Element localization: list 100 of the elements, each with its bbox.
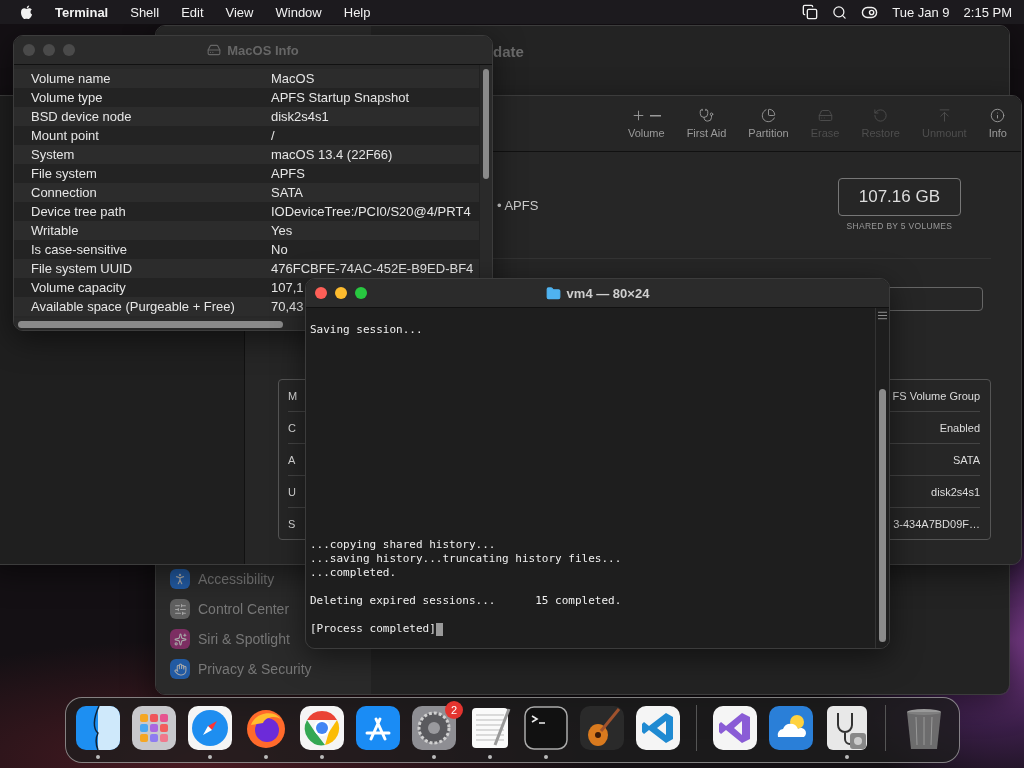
volume-format: • APFS xyxy=(497,198,539,213)
window-title: MacOS Info xyxy=(207,42,299,58)
info-icon xyxy=(990,108,1006,123)
drive-icon xyxy=(207,43,222,57)
property-value: APFS xyxy=(271,166,305,181)
stethoscope-icon xyxy=(699,108,714,123)
hand-icon xyxy=(170,659,190,679)
property-value: 476FCBFE-74AC-452E-B9ED-BF4 xyxy=(271,261,474,276)
property-value: Yes xyxy=(271,223,293,238)
pie-chart-icon xyxy=(761,108,777,123)
ribbon-logo-icon[interactable] xyxy=(712,705,758,751)
property-value: SATA xyxy=(271,185,304,200)
code-editor-icon[interactable] xyxy=(635,705,681,751)
scroll-thumb[interactable] xyxy=(879,389,886,642)
info-value: disk2s4s1 xyxy=(931,485,980,498)
menu-bar-date[interactable]: Tue Jan 9 xyxy=(892,4,950,20)
store-icon[interactable] xyxy=(355,705,401,751)
property-value: macOS 13.4 (22F66) xyxy=(271,147,393,162)
info-label: S xyxy=(288,517,296,530)
property-label: Mount point xyxy=(31,128,100,143)
app-grid-icon[interactable] xyxy=(131,705,177,751)
folder-icon xyxy=(545,285,561,301)
compass-icon[interactable] xyxy=(187,705,233,751)
info-label: M xyxy=(288,389,298,402)
info-label: C xyxy=(288,421,296,434)
cloud-sun-icon[interactable] xyxy=(768,705,814,751)
terminal-icon[interactable] xyxy=(523,705,569,751)
property-value: disk2s4s1 xyxy=(271,109,329,124)
capacity-note: SHARED BY 5 VOLUMES xyxy=(846,221,953,231)
notification-badge: 2 xyxy=(445,701,463,719)
search-icon[interactable] xyxy=(832,4,848,20)
menu-bar-time[interactable]: 2:15 PM xyxy=(963,4,1012,20)
minimize-button[interactable] xyxy=(335,287,347,299)
minus-icon xyxy=(650,114,662,117)
zoom-button[interactable] xyxy=(355,287,367,299)
property-label: Connection xyxy=(31,185,98,200)
property-label: BSD device node xyxy=(31,109,133,124)
drive-icon xyxy=(817,108,833,123)
sliders-icon xyxy=(170,599,190,619)
color-wheel-icon[interactable] xyxy=(299,705,345,751)
sidebar-item[interactable]: Siri & Spotlight xyxy=(198,631,290,647)
property-label: Writable xyxy=(31,223,80,238)
property-value: MacOS xyxy=(271,71,315,86)
restore-icon xyxy=(873,108,889,123)
toolbar-button[interactable]: Volume xyxy=(623,108,669,139)
split-tile-icon[interactable] xyxy=(75,705,121,751)
property-label: Volume type xyxy=(31,90,104,105)
info-label: A xyxy=(288,453,296,466)
apple-icon[interactable] xyxy=(20,4,33,20)
terminal-line: Deleting expired sessions... 15 completed. xyxy=(310,594,622,608)
property-value: IODeviceTree:/PCI0/S20@4/PRT4 xyxy=(271,204,471,219)
terminal-line: ...saving history...truncating history files... xyxy=(310,552,622,566)
accessibility-icon xyxy=(170,569,190,589)
terminal-line: [Process completed] xyxy=(310,622,436,636)
property-value: 107,1 xyxy=(271,280,304,295)
sparkle-icon xyxy=(170,629,190,649)
stethoscope-icon[interactable] xyxy=(824,705,870,751)
close-button[interactable] xyxy=(315,287,327,299)
plus-icon xyxy=(631,108,647,123)
toolbar-button[interactable]: First Aid xyxy=(682,108,731,139)
property-label: Is case-sensitive xyxy=(31,242,129,257)
property-label: File system xyxy=(31,166,98,181)
property-value: 70,43 xyxy=(271,299,304,314)
capacity-box: 107.16 GB xyxy=(837,178,961,216)
menu-item[interactable]: Help xyxy=(343,4,371,20)
app-menu[interactable]: Terminal xyxy=(55,4,109,20)
property-value: APFS Startup Snapshot xyxy=(271,90,410,105)
property-label: Volume name xyxy=(31,71,112,86)
split-pane-icon[interactable] xyxy=(877,310,888,321)
property-label: File system UUID xyxy=(31,261,134,276)
window-title: date xyxy=(493,43,524,60)
menu-item[interactable]: View xyxy=(225,4,254,20)
gear-icon[interactable] xyxy=(411,705,457,751)
property-value: / xyxy=(271,128,275,143)
terminal-line: ...copying shared history... xyxy=(310,538,496,552)
toolbar-button[interactable]: Info xyxy=(984,108,1011,139)
menu-item[interactable]: Shell xyxy=(130,4,160,20)
sidebar-item[interactable]: Privacy & Security xyxy=(198,661,312,677)
property-label: Device tree path xyxy=(31,204,127,219)
info-label: U xyxy=(288,485,296,498)
window-title: vm4 — 80×24 xyxy=(545,285,650,301)
property-label: Available space (Purgeable + Free) xyxy=(31,299,236,314)
scroll-thumb[interactable] xyxy=(483,69,489,179)
info-value: SATA xyxy=(952,453,980,466)
menu-item[interactable]: Edit xyxy=(181,4,204,20)
property-label: Volume capacity xyxy=(31,280,127,295)
terminal-line: ...completed. xyxy=(310,566,397,580)
scroll-thumb[interactable] xyxy=(18,320,283,328)
info-value: Enabled xyxy=(939,421,980,434)
info-value: FS Volume Group xyxy=(892,389,980,402)
terminal-line: Saving session... xyxy=(310,323,424,337)
property-value: No xyxy=(271,242,288,257)
guitar-icon[interactable] xyxy=(579,705,625,751)
info-value: 3-434A7BD09F… xyxy=(893,517,980,530)
sidebar-item[interactable]: Control Center xyxy=(198,601,290,617)
property-label: System xyxy=(31,147,76,162)
menu-item[interactable]: Window xyxy=(275,4,322,20)
text-cursor xyxy=(435,622,443,636)
toolbar-button[interactable]: Partition xyxy=(744,108,793,139)
windows-icon[interactable] xyxy=(802,4,819,20)
